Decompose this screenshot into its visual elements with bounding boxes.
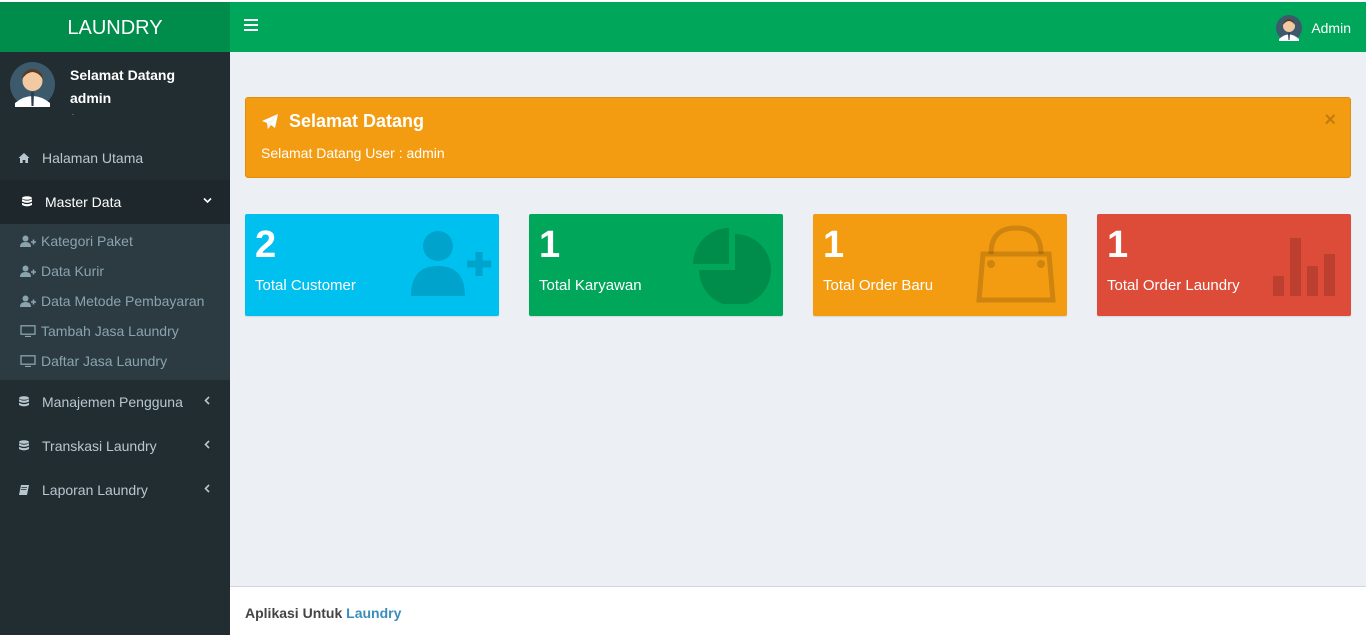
- footer-text: Aplikasi Untuk: [245, 605, 343, 621]
- pie-chart-icon: [693, 228, 771, 304]
- sidebar-username: admin: [70, 90, 112, 106]
- paper-plane-icon: [262, 113, 278, 129]
- stat-label: Total Karyawan: [539, 277, 642, 294]
- sidebar-item-transaksi[interactable]: Transkasi Laundry: [0, 424, 230, 468]
- submenu-item-metode-pembayaran[interactable]: Data Metode Pembayaran: [0, 286, 230, 316]
- user-avatar-icon: [1276, 15, 1303, 41]
- stat-value: 1: [539, 224, 561, 266]
- monitor-icon: [20, 325, 36, 337]
- sidebar-item-manajemen-pengguna[interactable]: Manajemen Pengguna: [0, 380, 230, 424]
- submenu-item-daftar-jasa[interactable]: Daftar Jasa Laundry: [0, 346, 230, 376]
- user-plus-icon: [20, 295, 36, 307]
- sidebar-item-home[interactable]: Halaman Utama: [0, 136, 230, 180]
- home-icon: [18, 153, 30, 163]
- footer-link[interactable]: Laundry: [346, 605, 401, 621]
- user-plus-icon: [20, 265, 36, 277]
- submenu-item-label: Data Metode Pembayaran: [41, 293, 205, 309]
- stat-label: Total Customer: [255, 277, 356, 294]
- sidebar-item-label: Manajemen Pengguna: [42, 394, 183, 410]
- stat-label: Total Order Laundry: [1107, 277, 1240, 294]
- submenu-item-kategori-paket[interactable]: Kategori Paket: [0, 226, 230, 256]
- callout-title-row: Selamat Datang: [261, 111, 424, 132]
- book-icon: [19, 485, 29, 495]
- submenu-item-label: Daftar Jasa Laundry: [41, 353, 168, 369]
- top-navbar: Admin: [230, 0, 1366, 52]
- welcome-callout: Selamat Datang Selamat Datang User : adm…: [245, 97, 1351, 178]
- user-avatar-icon: [10, 62, 55, 107]
- stat-box-order-baru[interactable]: 1 Total Order Baru: [813, 214, 1067, 316]
- callout-text: Selamat Datang User : admin: [261, 145, 445, 161]
- submenu-item-label: Tambah Jasa Laundry: [41, 323, 179, 339]
- database-icon: [19, 440, 29, 451]
- sidebar-item-laporan[interactable]: Laporan Laundry: [0, 468, 230, 512]
- stat-value: 2: [255, 224, 277, 266]
- bar-chart-icon: [1273, 238, 1335, 296]
- database-icon: [22, 196, 32, 207]
- master-data-submenu: Kategori Paket Data Kurir Data Metode Pe…: [0, 224, 230, 380]
- sidebar: Selamat Datang admin Halaman Utama Maste…: [0, 52, 230, 635]
- chevron-left-icon: [204, 440, 210, 449]
- footer: Aplikasi Untuk Laundry: [230, 586, 1366, 635]
- chevron-left-icon: [204, 484, 210, 493]
- status-dot: [72, 114, 74, 115]
- sidebar-item-label: Laporan Laundry: [42, 482, 148, 498]
- sidebar-item-label: Master Data: [45, 194, 122, 210]
- chevron-left-icon: [204, 396, 210, 405]
- app-logo[interactable]: LAUNDRY: [0, 0, 230, 52]
- user-plus-icon: [20, 235, 36, 247]
- welcome-text: Selamat Datang: [70, 67, 176, 83]
- sidebar-toggle-icon[interactable]: [244, 19, 258, 33]
- database-icon: [19, 396, 29, 407]
- submenu-item-tambah-jasa[interactable]: Tambah Jasa Laundry: [0, 316, 230, 346]
- stat-box-customer[interactable]: 2 Total Customer: [245, 214, 499, 316]
- submenu-item-label: Data Kurir: [41, 263, 105, 279]
- sidebar-item-label: Halaman Utama: [42, 150, 144, 166]
- stat-box-order-laundry[interactable]: 1 Total Order Laundry: [1097, 214, 1351, 316]
- stat-value: 1: [823, 224, 845, 266]
- sidebar-item-label: Transkasi Laundry: [42, 438, 157, 454]
- user-name: Admin: [1311, 20, 1351, 36]
- stat-value: 1: [1107, 224, 1129, 266]
- user-plus-icon: [411, 231, 491, 296]
- monitor-icon: [20, 355, 36, 367]
- callout-title: Selamat Datang: [289, 111, 425, 131]
- stat-box-karyawan[interactable]: 1 Total Karyawan: [529, 214, 783, 316]
- sidebar-menu: Halaman Utama Master Data Kategori Paket…: [0, 136, 230, 512]
- user-menu[interactable]: Admin: [1276, 14, 1351, 42]
- sidebar-item-master-data[interactable]: Master Data: [0, 180, 230, 224]
- user-panel: Selamat Datang admin: [0, 52, 230, 136]
- shopping-bag-icon: [976, 225, 1056, 303]
- submenu-item-data-kurir[interactable]: Data Kurir: [0, 256, 230, 286]
- main-content: Selamat Datang Selamat Datang User : adm…: [230, 52, 1366, 586]
- close-button[interactable]: ×: [1324, 110, 1336, 130]
- chevron-down-icon: [203, 197, 212, 204]
- submenu-item-label: Kategori Paket: [41, 233, 133, 249]
- stat-label: Total Order Baru: [823, 277, 934, 294]
